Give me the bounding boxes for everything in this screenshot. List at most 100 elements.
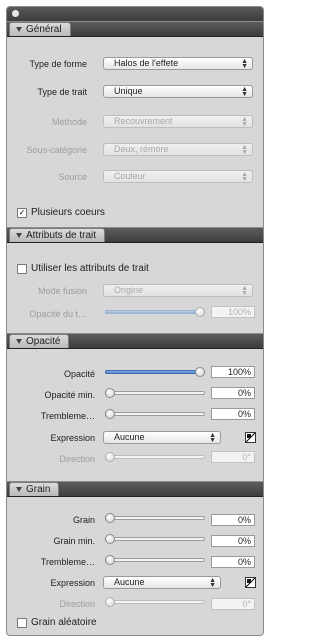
section-header-opacity: Opacité [7,333,263,349]
use-stroke-attributes-checkbox[interactable] [17,264,27,274]
grain-expression-label: Expression [50,578,95,588]
slider-fill [105,310,205,314]
panel-titlebar[interactable] [7,7,263,22]
section-title: Grain [26,484,51,495]
select-arrows-icon: ▲ ▼ [209,577,216,589]
stroke-opacity-value: 100% [211,306,255,318]
fusion-mode-select: Origine ▲ ▼ [103,284,253,297]
tab-grain[interactable]: Grain [9,482,60,496]
grain-value-field[interactable]: 0% [211,514,255,526]
section-header-grain: Grain [7,481,263,497]
opacity-min-label: Opacité min. [44,390,95,400]
slider-thumb-icon[interactable] [105,388,115,398]
fusion-mode-value: Origine [114,285,144,295]
opacity-expression-label: Expression [50,433,95,443]
opacity-value-field[interactable]: 100% [211,366,255,378]
opacity-direction-slider [105,452,205,462]
checkmark-icon: ✓ [18,208,26,217]
use-stroke-attributes-label: Utiliser les attributs de trait [31,263,149,274]
source-value: Couleur [114,171,146,181]
select-arrows-icon: ▲ ▼ [241,116,248,128]
opacity-min-slider[interactable] [105,388,205,398]
grain-expression-value: Aucune [114,577,145,587]
tab-general[interactable]: Général [9,22,71,36]
stroke-opacity-label: Opacité du t… [29,309,87,319]
slider-track [105,558,205,562]
source-select: Couleur ▲ ▼ [103,170,253,183]
opacity-expression-value: Aucune [114,432,145,442]
opacity-expression-select[interactable]: Aucune ▲ ▼ [103,431,221,444]
slider-track [105,412,205,416]
select-arrows-icon: ▲ ▼ [241,144,248,156]
slider-thumb-icon [105,597,115,607]
grain-min-value-field[interactable]: 0% [211,535,255,547]
stroke-type-value: Unique [114,86,143,96]
opacity-direction-value-field: 0° [211,451,255,463]
slider-thumb-icon [195,307,205,317]
subcategory-select: Deux, rémore ▲ ▼ [103,143,253,156]
slider-thumb-icon [105,452,115,462]
grain-tremble-slider[interactable] [105,555,205,565]
disclosure-triangle-icon[interactable] [16,27,22,32]
select-arrows-icon: ▲ ▼ [241,171,248,183]
close-icon[interactable] [12,10,19,17]
grain-direction-slider [105,597,205,607]
section-header-stroke-attributes: Attributs de trait [7,227,263,243]
random-grain-checkbox[interactable] [17,618,27,628]
select-arrows-icon: ▲ ▼ [241,285,248,297]
tab-stroke-attributes[interactable]: Attributs de trait [9,228,106,242]
slider-track [105,455,205,459]
section-title: Attributs de trait [26,230,97,241]
stroke-type-select[interactable]: Unique ▲ ▼ [103,85,253,98]
slider-track [105,391,205,395]
section-title: Opacité [26,336,61,347]
slider-thumb-icon[interactable] [105,513,115,523]
slider-track [105,537,205,541]
form-type-value: Halos de l'effete [114,58,179,68]
disclosure-triangle-icon[interactable] [16,233,22,238]
slider-thumb-icon[interactable] [105,409,115,419]
tab-opacity[interactable]: Opacité [9,334,70,348]
select-arrows-icon: ▲ ▼ [241,86,248,98]
fusion-mode-label: Mode fusion [37,286,87,296]
subcategory-label: Sous-catégorie [26,145,87,155]
gradient-editor-icon[interactable] [245,577,256,588]
method-label: Méthode [51,117,87,127]
slider-thumb-icon[interactable] [105,534,115,544]
multiple-layers-checkbox[interactable]: ✓ [17,208,27,218]
form-type-label: Type de forme [29,59,87,69]
random-grain-label: Grain aléatoire [31,617,97,628]
slider-thumb-icon[interactable] [105,555,115,565]
source-label: Source [58,172,87,182]
section-title: Général [26,24,62,35]
subcategory-value: Deux, rémore [114,144,169,154]
select-arrows-icon: ▲ ▼ [241,58,248,70]
opacity-slider[interactable] [105,367,205,377]
slider-track [105,600,205,604]
opacity-tremble-label: Trembleme… [40,411,95,421]
opacity-min-value-field[interactable]: 0% [211,387,255,399]
disclosure-triangle-icon[interactable] [16,339,22,344]
brush-settings-panel: Général Type de forme Halos de l'effete … [6,6,264,636]
section-header-general: Général [7,21,263,37]
opacity-tremble-value-field[interactable]: 0% [211,408,255,420]
grain-expression-select[interactable]: Aucune ▲ ▼ [103,576,221,589]
slider-fill [105,370,205,374]
grain-direction-label: Direction [59,599,95,609]
grain-label: Grain [72,515,95,525]
grain-tremble-value-field[interactable]: 0% [211,556,255,568]
disclosure-triangle-icon[interactable] [16,487,22,492]
select-arrows-icon: ▲ ▼ [209,432,216,444]
gradient-editor-icon[interactable] [245,432,256,443]
form-type-select[interactable]: Halos de l'effete ▲ ▼ [103,57,253,70]
grain-tremble-label: Trembleme… [40,557,95,567]
grain-slider[interactable] [105,513,205,523]
stroke-type-label: Type de trait [37,87,87,97]
opacity-direction-label: Direction [59,454,95,464]
multiple-layers-label: Plusieurs coeurs [31,207,105,218]
slider-thumb-icon[interactable] [195,367,205,377]
stroke-opacity-slider [105,307,205,317]
opacity-tremble-slider[interactable] [105,409,205,419]
grain-min-slider[interactable] [105,534,205,544]
slider-track [105,516,205,520]
